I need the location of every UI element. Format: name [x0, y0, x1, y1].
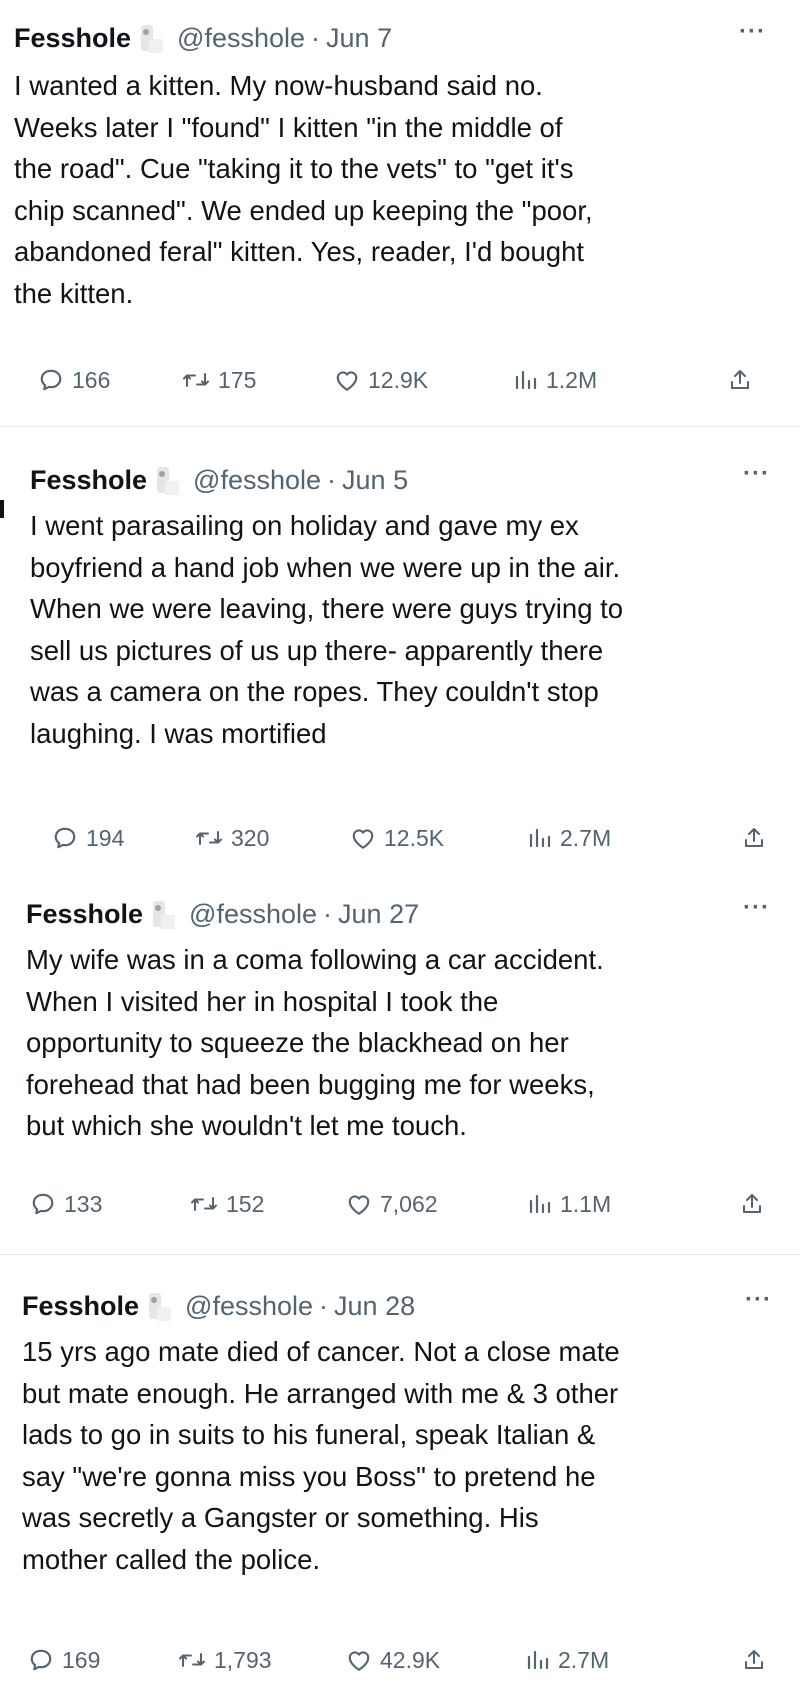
repost-arrows-icon [182, 367, 210, 393]
reply-count: 194 [86, 824, 125, 851]
repost-count: 1,793 [214, 1646, 272, 1673]
views-button[interactable]: 1.2M [514, 360, 597, 400]
views-button[interactable]: 2.7M [528, 818, 611, 858]
divider [0, 426, 800, 427]
separator-dot: · [327, 464, 337, 495]
tweet-header: Fesshole @fesshole · Jun 28 [22, 1286, 772, 1326]
heart-icon [346, 1192, 372, 1216]
tweet-text: 15 yrs ago mate died of cancer. Not a cl… [22, 1336, 620, 1575]
repost-arrows-icon [178, 1647, 206, 1673]
toilet-roll-badge-icon [153, 465, 180, 495]
tweet-date[interactable]: Jun 27 [338, 899, 419, 930]
like-count: 12.9K [368, 366, 429, 393]
repost-button[interactable]: 1,793 [178, 1640, 272, 1680]
share-upload-icon [742, 1647, 766, 1673]
view-count: 2.7M [560, 824, 612, 851]
tweet-header: Fesshole @fesshole · Jun 27 [26, 894, 770, 934]
more-options-icon[interactable]: ··· [743, 894, 770, 922]
reply-count: 169 [62, 1646, 101, 1673]
bar-chart-icon [528, 1191, 552, 1217]
bar-chart-icon [526, 1647, 550, 1673]
repost-button[interactable]: 175 [182, 360, 256, 400]
like-count: 7,062 [380, 1190, 438, 1217]
separator-dot: · [323, 898, 333, 929]
view-count: 2.7M [558, 1646, 610, 1673]
author-name[interactable]: Fesshole [14, 23, 131, 54]
tweet-date[interactable]: Jun 5 [342, 465, 408, 496]
tweet-actions: 169 1,793 42.9K 2.7M [22, 1640, 772, 1680]
speech-bubble-icon [38, 367, 64, 393]
author-name[interactable]: Fesshole [26, 899, 143, 930]
views-button[interactable]: 1.1M [528, 1184, 611, 1224]
separator-dot: · [319, 1290, 329, 1321]
author-name[interactable]: Fesshole [30, 465, 147, 496]
more-options-icon[interactable]: ··· [745, 1286, 772, 1314]
view-count: 1.2M [546, 366, 598, 393]
repost-count: 320 [231, 824, 270, 851]
tweet-actions: 194 320 12.5K 2.7M [30, 818, 770, 858]
heart-icon [346, 1648, 372, 1672]
like-button[interactable]: 12.9K [334, 360, 428, 400]
like-button[interactable]: 7,062 [346, 1184, 438, 1224]
share-button[interactable] [742, 1640, 766, 1680]
tweet-header: Fesshole @fesshole · Jun 7 [14, 18, 766, 58]
share-button[interactable] [728, 360, 752, 400]
repost-button[interactable]: 320 [195, 818, 269, 858]
speech-bubble-icon [28, 1647, 54, 1673]
tweet-2[interactable]: Fesshole @fesshole · Jun 5 ··· I went pa… [0, 430, 800, 870]
reply-count: 166 [72, 366, 111, 393]
tweet-actions: 166 175 12.9K 1.2M [14, 360, 766, 400]
share-upload-icon [742, 825, 766, 851]
tweet-text: I went parasailing on holiday and gave m… [30, 510, 624, 749]
share-upload-icon [740, 1191, 764, 1217]
views-button[interactable]: 2.7M [526, 1640, 609, 1680]
toilet-roll-badge-icon [137, 23, 164, 53]
tweet-3[interactable]: Fesshole @fesshole · Jun 27 ··· My wife … [0, 870, 800, 1250]
more-options-icon[interactable]: ··· [743, 460, 770, 488]
repost-count: 175 [218, 366, 257, 393]
tweet-date[interactable]: Jun 7 [326, 23, 392, 54]
toilet-roll-badge-icon [149, 899, 176, 929]
bar-chart-icon [528, 825, 552, 851]
speech-bubble-icon [52, 825, 78, 851]
tweet-4[interactable]: Fesshole @fesshole · Jun 28 ··· 15 yrs a… [0, 1256, 800, 1690]
edge-fragment [0, 500, 4, 518]
repost-count: 152 [226, 1190, 265, 1217]
more-options-icon[interactable]: ··· [739, 18, 766, 46]
like-button[interactable]: 12.5K [350, 818, 444, 858]
share-button[interactable] [740, 1184, 764, 1224]
author-handle[interactable]: @fesshole [189, 899, 317, 930]
author-handle[interactable]: @fesshole [185, 1291, 313, 1322]
divider [0, 1254, 800, 1255]
reply-count: 133 [64, 1190, 103, 1217]
reply-button[interactable]: 194 [52, 818, 124, 858]
tweet-date[interactable]: Jun 28 [334, 1291, 415, 1322]
share-button[interactable] [742, 818, 766, 858]
view-count: 1.1M [560, 1190, 612, 1217]
repost-button[interactable]: 152 [190, 1184, 264, 1224]
tweet-text: I wanted a kitten. My now-husband said n… [14, 70, 593, 309]
heart-icon [334, 368, 360, 392]
bar-chart-icon [514, 367, 538, 393]
like-count: 12.5K [384, 824, 445, 851]
repost-arrows-icon [195, 825, 223, 851]
repost-arrows-icon [190, 1191, 218, 1217]
like-count: 42.9K [380, 1646, 441, 1673]
author-name[interactable]: Fesshole [22, 1291, 139, 1322]
reply-button[interactable]: 133 [30, 1184, 102, 1224]
tweet-text: My wife was in a coma following a car ac… [26, 944, 604, 1141]
tweet-actions: 133 152 7,062 1.1M [26, 1184, 770, 1224]
reply-button[interactable]: 166 [38, 360, 110, 400]
toilet-roll-badge-icon [145, 1291, 172, 1321]
like-button[interactable]: 42.9K [346, 1640, 440, 1680]
author-handle[interactable]: @fesshole [177, 23, 305, 54]
tweet-1[interactable]: Fesshole @fesshole · Jun 7 ··· I wanted … [0, 0, 800, 420]
separator-dot: · [311, 22, 321, 53]
share-upload-icon [728, 367, 752, 393]
tweet-header: Fesshole @fesshole · Jun 5 [30, 460, 770, 500]
reply-button[interactable]: 169 [28, 1640, 100, 1680]
heart-icon [350, 826, 376, 850]
author-handle[interactable]: @fesshole [193, 465, 321, 496]
speech-bubble-icon [30, 1191, 56, 1217]
